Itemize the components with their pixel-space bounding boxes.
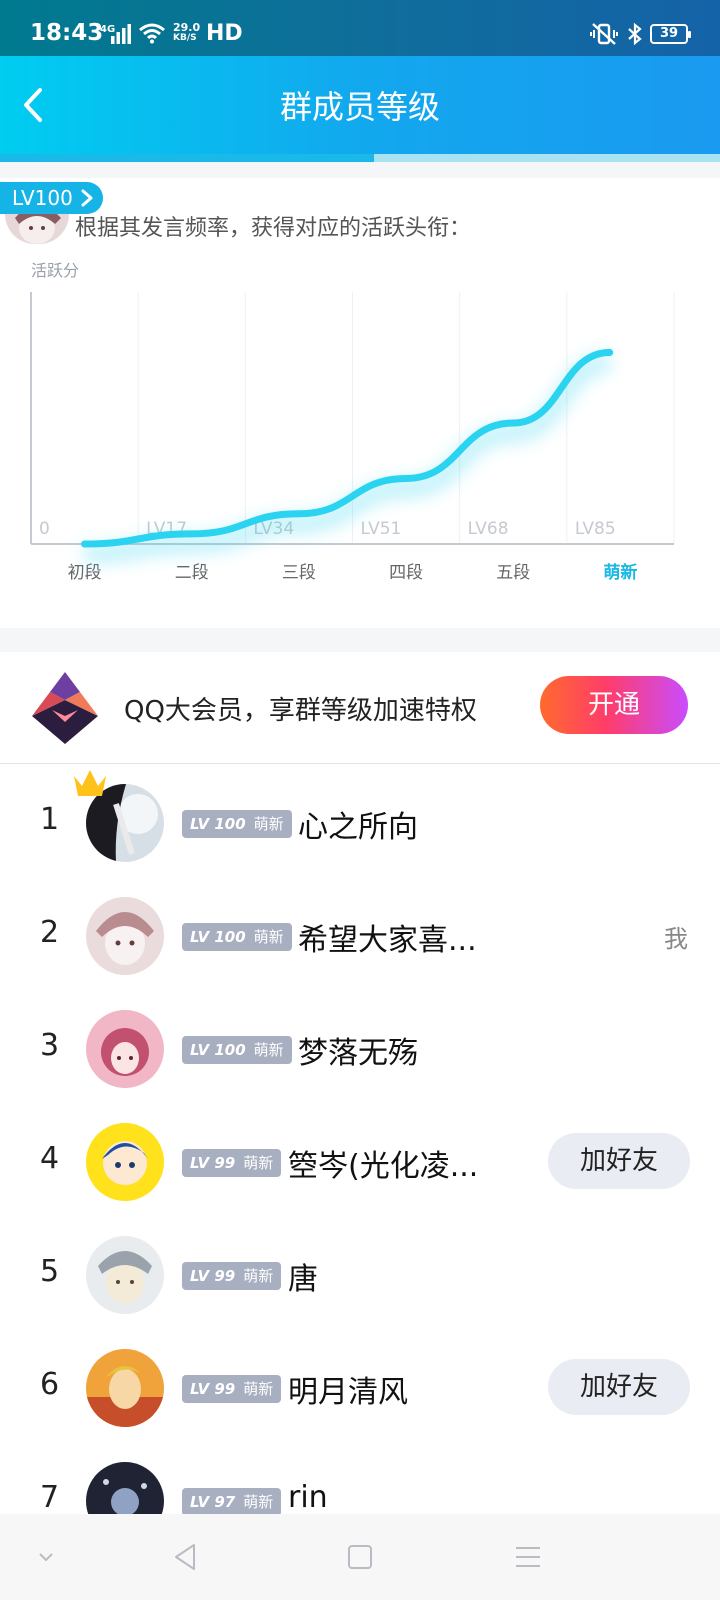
- avatar[interactable]: [86, 1123, 164, 1201]
- status-time: 18:43: [30, 20, 104, 46]
- level-tag: LV 99 萌新: [182, 1375, 282, 1403]
- member-name: rin: [288, 1480, 328, 1514]
- level-tag: LV 99 萌新: [182, 1149, 282, 1177]
- level-code: LV 99: [190, 1267, 236, 1285]
- system-nav-bar: [0, 1514, 720, 1600]
- bluetooth-icon: [628, 22, 642, 46]
- chart-category-label: 五段: [496, 563, 530, 583]
- menu-lines-icon[interactable]: [510, 1540, 546, 1574]
- add-friend-button[interactable]: 加好友: [548, 1359, 690, 1415]
- level-code: LV 99: [190, 1380, 236, 1398]
- level-title: 萌新: [243, 1154, 274, 1172]
- chart-category-label: 四段: [389, 563, 423, 583]
- member-name: 箜岑(光化凌...: [288, 1149, 479, 1184]
- level-code: LV 99: [190, 1154, 236, 1172]
- screen: 18:43 4G 29.0 KB/S HD 39 群成员等级 LV100 根据其…: [0, 0, 720, 1600]
- crown-icon: [74, 770, 106, 796]
- wifi-icon: [139, 23, 165, 44]
- chart-tick-label: LV51: [361, 519, 402, 539]
- chart-category-label: 萌新: [603, 562, 637, 583]
- level-title: 萌新: [253, 815, 284, 833]
- member-name: 唐: [288, 1262, 318, 1297]
- status-bar: 18:43 4G 29.0 KB/S HD 39: [0, 0, 720, 56]
- level-tag: LV 100 萌新: [182, 810, 292, 838]
- rank-number: 6: [40, 1367, 60, 1402]
- tab-indicator: [0, 154, 374, 162]
- rank-number: 5: [40, 1254, 60, 1289]
- vip-promo[interactable]: QQ大会员，享群等级加速特权 开通: [0, 652, 720, 764]
- member-name: 心之所向: [298, 810, 418, 845]
- level-title: 萌新: [243, 1380, 274, 1398]
- page-title: 群成员等级: [279, 88, 440, 126]
- level-tag: LV 100 萌新: [182, 1036, 292, 1064]
- level-tag: LV 97 萌新: [182, 1488, 282, 1514]
- list-item[interactable]: 7 LV 97 萌新 rin: [0, 1442, 720, 1514]
- level-title: 萌新: [253, 1041, 284, 1059]
- level-code: LV 100: [190, 1041, 246, 1059]
- net-speed-unit: KB/S: [173, 33, 197, 43]
- me-label: 我: [664, 925, 688, 953]
- my-level-badge[interactable]: LV100: [0, 182, 103, 214]
- section-gap: [0, 162, 720, 178]
- list-item[interactable]: 2 LV 100 萌新 希望大家喜... 我: [0, 877, 720, 992]
- battery-icon: 39: [650, 24, 691, 44]
- chevron-right-icon: [81, 189, 93, 207]
- avatar[interactable]: [86, 897, 164, 975]
- list-item[interactable]: 1 LV 100 萌新 心之所向: [0, 764, 720, 879]
- list-item[interactable]: 6 LV 99 萌新 明月清风 加好友: [0, 1329, 720, 1444]
- level-title: 萌新: [243, 1267, 274, 1285]
- signal-icon: [111, 24, 131, 44]
- section-gap: [0, 628, 720, 652]
- net-speed: 29.0 KB/S: [173, 22, 200, 44]
- chart-tick-label: 0: [39, 519, 50, 539]
- chart-description: 根据其发言频率，获得对应的活跃头衔：: [75, 216, 472, 241]
- chart-y-label: 活跃分: [31, 262, 79, 280]
- vip-promo-text: QQ大会员，享群等级加速特权: [124, 696, 477, 726]
- level-code: LV 100: [190, 815, 246, 833]
- member-name: 梦落无殇: [298, 1036, 418, 1071]
- tab-bar[interactable]: [0, 154, 720, 162]
- rank-number: 7: [40, 1480, 60, 1514]
- member-name: 希望大家喜...: [298, 923, 477, 958]
- avatar[interactable]: [86, 1349, 164, 1427]
- chart-tick-label: LV68: [468, 519, 509, 539]
- chart-category-label: 二段: [175, 563, 209, 583]
- title-bar: 群成员等级: [0, 56, 720, 154]
- rank-number: 3: [40, 1028, 60, 1063]
- rank-number: 4: [40, 1141, 60, 1176]
- add-friend-button[interactable]: 加好友: [548, 1133, 690, 1189]
- level-code: LV 97: [190, 1493, 236, 1511]
- level-tag: LV 100 萌新: [182, 923, 292, 951]
- level-code: LV 100: [190, 928, 246, 946]
- qq-vip-diamond-icon: [32, 672, 98, 744]
- activity-chart: 活跃分 0 LV17 LV34 LV51 LV68 LV85 初段 二段 三段 四段 五段 萌新: [30, 262, 675, 583]
- level-title: 萌新: [253, 928, 284, 946]
- home-square-icon[interactable]: [342, 1540, 378, 1574]
- net-speed-value: 29.0: [173, 21, 201, 34]
- rank-number: 1: [40, 802, 60, 837]
- level-tag: LV 99 萌新: [182, 1262, 282, 1290]
- list-item[interactable]: 4 LV 99 萌新 箜岑(光化凌... 加好友: [0, 1103, 720, 1218]
- member-name: 明月清风: [288, 1375, 408, 1410]
- list-item[interactable]: 3 LV 100 萌新 梦落无殇: [0, 990, 720, 1105]
- rank-number: 2: [40, 915, 60, 950]
- back-triangle-icon[interactable]: [168, 1540, 204, 1574]
- chart-category-label: 三段: [282, 563, 316, 583]
- chart-category-label: 初段: [68, 563, 102, 583]
- member-ranking-list[interactable]: 1 LV 100 萌新 心之所向 2 LV 100 萌新 希望大家喜... 我 …: [0, 764, 720, 1514]
- avatar[interactable]: [86, 1236, 164, 1314]
- chevron-down-icon[interactable]: [28, 1540, 64, 1574]
- vibrate-off-icon: [590, 23, 618, 45]
- level-title: 萌新: [243, 1493, 274, 1511]
- list-item[interactable]: 5 LV 99 萌新 唐: [0, 1216, 720, 1331]
- avatar[interactable]: [86, 1010, 164, 1088]
- open-vip-button[interactable]: 开通: [540, 676, 688, 734]
- hd-indicator: HD: [206, 21, 243, 46]
- my-level-label: LV100: [12, 186, 73, 210]
- avatar[interactable]: [86, 1462, 164, 1514]
- chart-tick-label: LV85: [575, 519, 616, 539]
- level-chart-card: LV100 根据其发言频率，获得对应的活跃头衔： 活跃分 0 LV17 LV34 LV: [0, 178, 720, 628]
